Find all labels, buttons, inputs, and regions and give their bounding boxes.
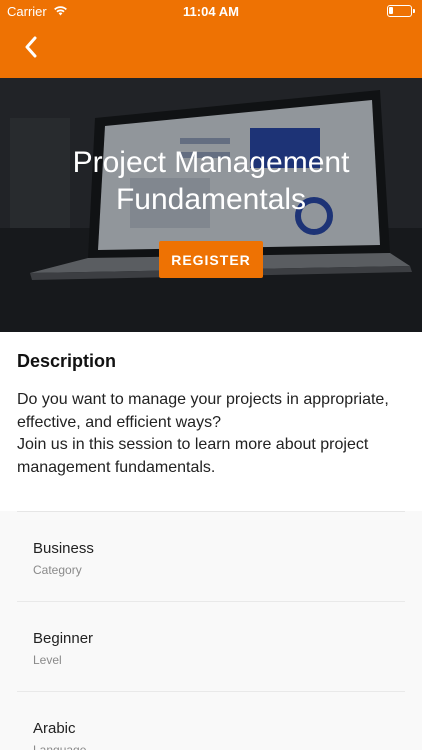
attribute-language: Arabic Language — [0, 692, 422, 750]
back-button[interactable] — [16, 34, 46, 64]
attribute-label: Level — [33, 653, 62, 667]
chevron-left-icon — [24, 36, 38, 63]
course-title: Project Management Fundamentals — [72, 146, 350, 216]
attribute-label: Category — [33, 563, 82, 577]
attribute-value: Business — [33, 540, 94, 557]
attribute-level: Beginner Level — [0, 602, 422, 691]
attribute-value: Beginner — [33, 630, 94, 647]
course-details: Description Do you want to manage your p… — [0, 332, 422, 750]
top-bar: Carrier 11:04 AM — [0, 0, 422, 78]
description-paragraph: Do you want to manage your projects in a… — [17, 391, 389, 431]
status-time: 11:04 AM — [183, 4, 239, 19]
hero-banner: Project Management Fundamentals REGISTER — [0, 78, 422, 332]
register-button[interactable]: REGISTER — [159, 241, 263, 278]
description-heading: Description — [17, 351, 117, 371]
screen: Carrier 11:04 AM Project Management Fund… — [0, 0, 422, 750]
description-paragraph: Join us in this session to learn more ab… — [17, 436, 369, 476]
attribute-category: Business Category — [0, 512, 422, 601]
description-section: Description Do you want to manage your p… — [0, 332, 422, 511]
battery-icon — [387, 5, 415, 17]
status-bar: Carrier 11:04 AM — [0, 0, 422, 22]
description-text: Do you want to manage your projects in a… — [17, 389, 405, 479]
attribute-value: Arabic — [33, 720, 76, 737]
attribute-label: Language — [33, 743, 87, 750]
